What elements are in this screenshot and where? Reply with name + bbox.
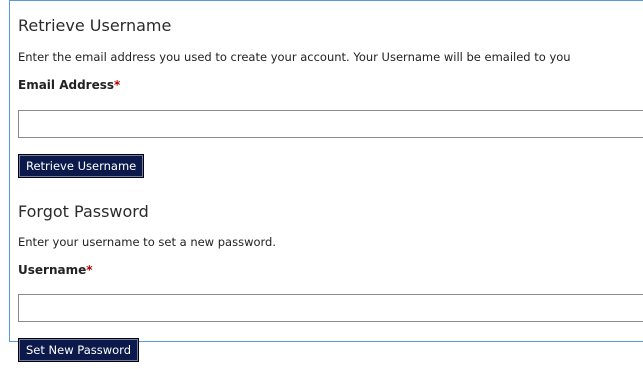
username-input[interactable]: [18, 294, 643, 322]
email-address-label-text: Email Address: [18, 78, 115, 92]
forgot-password-heading: Forgot Password: [18, 202, 149, 221]
email-address-label: Email Address*: [18, 78, 120, 92]
retrieve-username-button[interactable]: Retrieve Username: [18, 154, 145, 178]
required-asterisk: *: [86, 263, 93, 277]
required-asterisk: *: [114, 78, 121, 92]
set-new-password-button[interactable]: Set New Password: [18, 338, 139, 362]
retrieve-username-heading: Retrieve Username: [18, 16, 172, 35]
username-label: Username*: [18, 263, 93, 277]
retrieve-username-description: Enter the email address you used to crea…: [18, 50, 571, 64]
username-label-text: Username: [18, 263, 87, 277]
email-address-input[interactable]: [18, 110, 643, 138]
forgot-password-description: Enter your username to set a new passwor…: [18, 235, 276, 249]
